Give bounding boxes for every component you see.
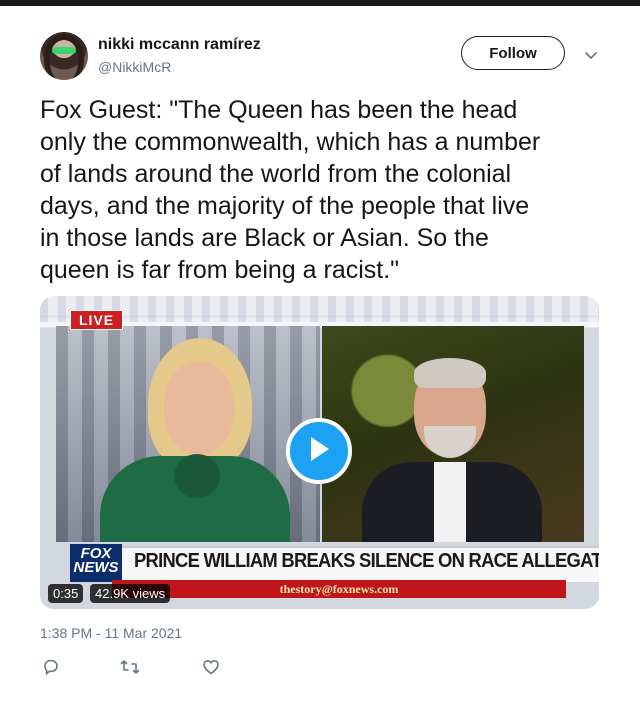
view-count: 42.9K views — [90, 584, 171, 603]
reply-icon[interactable] — [40, 656, 62, 678]
retweet-icon[interactable] — [119, 656, 141, 678]
live-badge: LIVE — [70, 310, 124, 330]
author-name[interactable]: nikki mccann ramírez — [98, 36, 261, 54]
news-headline: PRINCE WILLIAM BREAKS SILENCE ON RACE AL… — [134, 550, 599, 572]
tweet-text: Fox Guest: "The Queen has been the head … — [40, 96, 541, 284]
heart-icon[interactable] — [200, 656, 222, 678]
play-icon — [306, 434, 332, 469]
follow-button[interactable]: Follow — [461, 36, 565, 70]
tweet-actions — [40, 656, 340, 680]
guest-beard — [424, 426, 476, 458]
top-divider — [0, 0, 640, 6]
tweet-timestamp[interactable]: 1:38 PM - 11 Mar 2021 — [40, 625, 182, 641]
host-face — [164, 362, 234, 454]
tweet-header: nikki mccann ramírez @NikkiMcR Follow — [40, 32, 610, 82]
video-duration: 0:35 — [48, 584, 84, 603]
avatar-sunglasses — [52, 47, 76, 54]
video-player[interactable]: LIVE FOX NEWS PRINCE WILLIAM BREAKS SILE… — [40, 296, 599, 609]
play-button[interactable] — [286, 418, 352, 484]
avatar-hair — [44, 34, 84, 80]
avatar[interactable] — [40, 32, 88, 80]
video-right-panel — [322, 326, 584, 542]
video-left-panel — [56, 326, 320, 542]
broadcast-stripes — [40, 296, 599, 322]
guest-shirt — [434, 462, 466, 542]
contact-email: thestory@foxnews.com — [279, 582, 399, 596]
fox-news-logo: FOX NEWS — [70, 544, 122, 582]
author-handle[interactable]: @NikkiMcR — [98, 59, 171, 75]
chevron-down-icon[interactable] — [584, 48, 598, 62]
contact-bar: thestory@foxnews.com — [112, 580, 566, 598]
guest-hair — [414, 358, 486, 388]
host-bow — [174, 454, 220, 498]
